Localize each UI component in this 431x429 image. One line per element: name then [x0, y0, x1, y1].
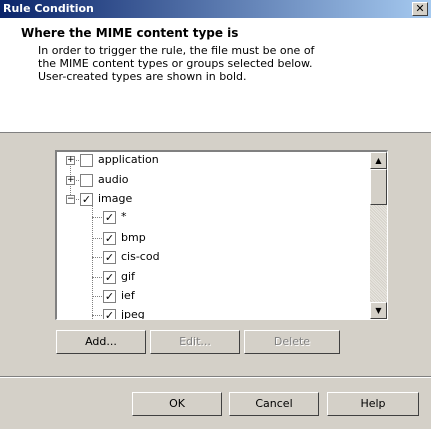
delete-button[interactable]: Delete	[244, 330, 340, 354]
scroll-up-button[interactable]: ▲	[370, 152, 387, 169]
tree-item-label: ief	[121, 289, 135, 302]
tree-item-audio[interactable]: + audio	[57, 172, 357, 188]
tree-item-image[interactable]: − ✓ image	[57, 191, 357, 207]
checkbox[interactable]	[80, 154, 93, 167]
description-line: User-created types are shown in bold.	[38, 70, 247, 83]
tree-item-star[interactable]: ✓ *	[57, 209, 357, 225]
header-description: In order to trigger the rule, the file m…	[38, 44, 368, 83]
separator	[0, 376, 431, 378]
cancel-button[interactable]: Cancel	[229, 392, 319, 416]
tree-connector	[92, 277, 102, 278]
tree-item-label: cis-cod	[121, 250, 160, 263]
header-panel: Where the MIME content type is In order …	[0, 18, 431, 133]
rule-condition-dialog: Rule Condition ✕ Where the MIME content …	[0, 0, 431, 429]
tree-item-label: audio	[98, 173, 129, 186]
description-line: In order to trigger the rule, the file m…	[38, 44, 315, 57]
tree-item-label: application	[98, 153, 159, 166]
tree-item-ief[interactable]: ✓ ief	[57, 288, 357, 304]
tree-connector	[92, 238, 102, 239]
header-title: Where the MIME content type is	[21, 26, 239, 40]
checkbox[interactable]	[80, 174, 93, 187]
tree-item-label: image	[98, 192, 133, 205]
expand-icon[interactable]: +	[66, 156, 75, 165]
edit-button[interactable]: Edit...	[150, 330, 240, 354]
vertical-scrollbar[interactable]: ▲ ▼	[370, 152, 387, 319]
tree-content: + application + audio − ✓ image ✓ * ✓ bm…	[57, 152, 370, 320]
ok-button[interactable]: OK	[132, 392, 222, 416]
tree-item-application[interactable]: + application	[57, 152, 357, 168]
description-line: the MIME content types or groups selecte…	[38, 57, 313, 70]
tree-item-label: bmp	[121, 231, 146, 244]
checkbox-checked[interactable]: ✓	[103, 290, 116, 303]
checkbox-checked[interactable]: ✓	[103, 232, 116, 245]
tree-connector	[92, 296, 102, 297]
window-title: Rule Condition	[3, 2, 94, 15]
close-button[interactable]: ✕	[412, 2, 428, 16]
tree-connector	[92, 217, 102, 218]
checkbox-checked[interactable]: ✓	[103, 309, 116, 319]
tree-item-label: jpeg	[121, 308, 145, 320]
tree-item-cis-cod[interactable]: ✓ cis-cod	[57, 249, 357, 265]
collapse-icon[interactable]: −	[66, 195, 75, 204]
expand-icon[interactable]: +	[66, 176, 75, 185]
tree-item-bmp[interactable]: ✓ bmp	[57, 230, 357, 246]
checkbox-checked[interactable]: ✓	[103, 251, 116, 264]
tree-connector	[92, 257, 102, 258]
add-button[interactable]: Add...	[56, 330, 146, 354]
help-button[interactable]: Help	[327, 392, 419, 416]
tree-connector	[92, 315, 102, 316]
checkbox-checked[interactable]: ✓	[80, 193, 93, 206]
mime-type-tree[interactable]: + application + audio − ✓ image ✓ * ✓ bm…	[55, 150, 388, 320]
title-bar[interactable]: Rule Condition ✕	[0, 0, 431, 18]
tree-item-jpeg[interactable]: ✓ jpeg	[57, 307, 357, 320]
tree-item-gif[interactable]: ✓ gif	[57, 269, 357, 285]
tree-item-label: *	[121, 210, 127, 223]
scroll-down-button[interactable]: ▼	[370, 302, 387, 319]
tree-item-label: gif	[121, 270, 135, 283]
checkbox-checked[interactable]: ✓	[103, 211, 116, 224]
checkbox-checked[interactable]: ✓	[103, 271, 116, 284]
scroll-thumb[interactable]	[370, 169, 387, 205]
